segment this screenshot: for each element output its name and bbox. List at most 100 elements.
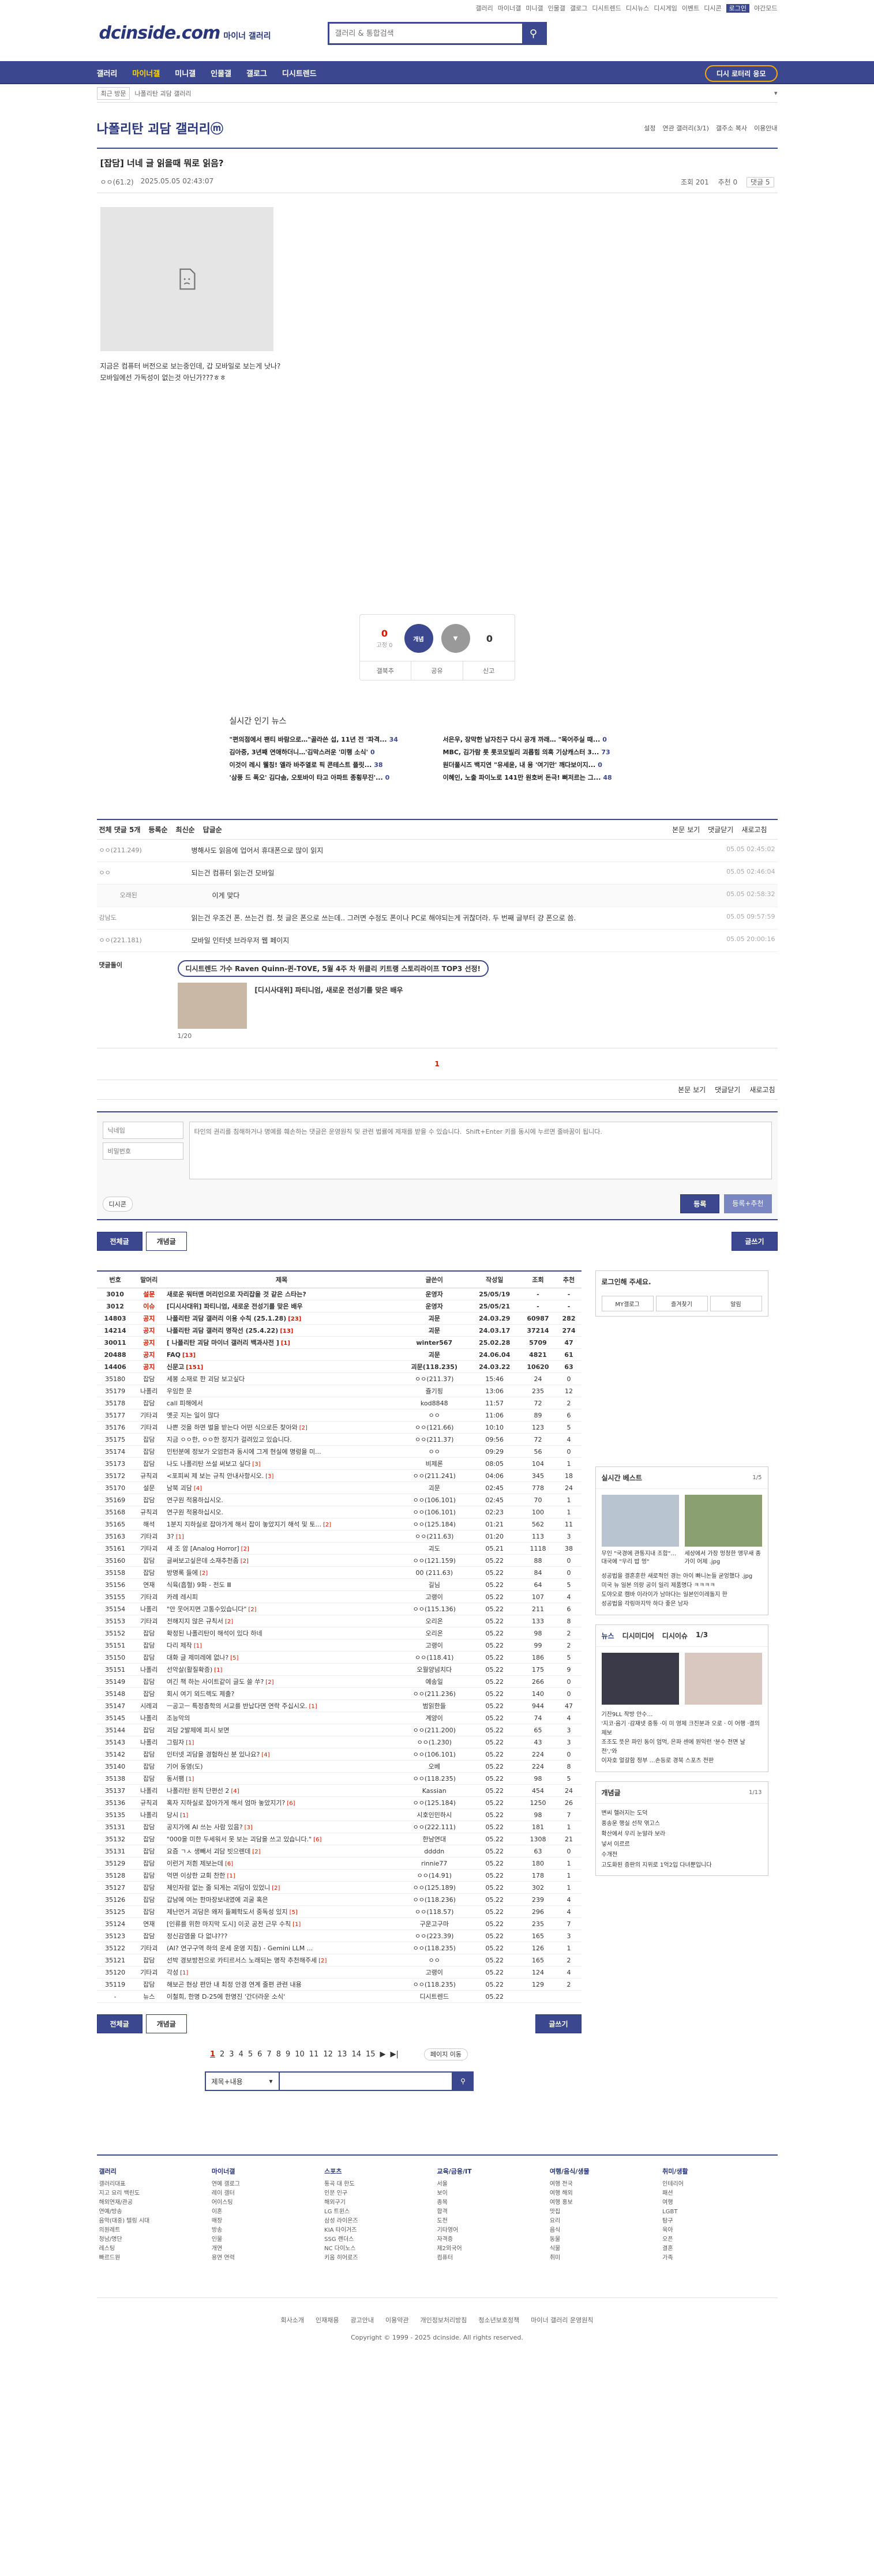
table-row[interactable]: 35147 시레괴 ㅡ공고ㅡ 특정층학의 서교를 반납다면 연락 주십시오. [1] 범… [96, 1699, 582, 1712]
table-row[interactable]: 35140 잡담 기어 동영(도) 오베 05.22 224 8 [96, 1760, 582, 1773]
footer-link[interactable]: 청남/명단 [99, 2235, 212, 2244]
footer-link[interactable]: 여행 홍보 [550, 2198, 662, 2208]
row-title[interactable]: 선박 경보방전으로 카티르서스 노래되는 명작 추천해주세 [2] [164, 1954, 399, 1966]
table-row[interactable]: - 뉴스 이철희, 한명 D-25에 한명진 '간더라운 소식' 디시트렌드 05.22 [96, 1990, 582, 2003]
comment-author[interactable]: 강남도 [99, 913, 192, 923]
row-title[interactable]: <포피씨 제 보는 규칙 안내사항시오. [3] [164, 1469, 399, 1482]
table-row[interactable]: 35178 잡담 call 피해에서 kod8848 11:57 72 2 [96, 1397, 582, 1409]
footer-link[interactable]: 인문 인구 [324, 2189, 437, 2198]
reco-up-button[interactable]: 개념 [404, 624, 433, 653]
row-writer[interactable]: 괴문 [399, 1348, 470, 1361]
footer-link[interactable]: 레스팅 [99, 2244, 212, 2254]
comment-textarea[interactable] [189, 1122, 772, 1179]
row-writer[interactable]: 괴문 [399, 1481, 470, 1494]
best-thumb-1[interactable] [601, 1495, 679, 1547]
table-row[interactable]: 35122 기타괴 (AI? 연구구역 하의 운세 운영 지침) - Gemini … [96, 1942, 582, 1954]
row-writer[interactable]: ㅇㅇ(121.66) [399, 1421, 470, 1434]
row-title[interactable]: 해보곤 현상 편안 내 최정 안경 연계 줄편 관련 내용 [164, 1978, 399, 1991]
row-title[interactable]: 카레 레시피 [164, 1590, 399, 1603]
gnb-item[interactable]: 미니갤 [175, 67, 196, 78]
password-input[interactable] [102, 1142, 183, 1160]
footer-link[interactable]: KIA 타이거즈 [324, 2226, 437, 2235]
footer-link[interactable]: 해외연재/관공 [99, 2198, 212, 2208]
row-title[interactable]: 이런거 저흰 제보는데 [6] [164, 1857, 399, 1870]
row-writer[interactable]: ㅇㅇ(211.37) [399, 1372, 470, 1385]
write-button-bottom[interactable]: 글쓰기 [535, 2014, 582, 2033]
table-row[interactable]: 35145 나폴리 조능악의 계양이 05.22 74 4 [96, 1712, 582, 1724]
row-title[interactable]: 요즘 ㄱㅅ 생빼서 괴담 빗으렌데 [2] [164, 1845, 399, 1857]
row-writer[interactable]: 괴문 [399, 1324, 470, 1337]
row-writer[interactable]: 비제론 [399, 1457, 470, 1470]
row-writer[interactable]: 계양이 [399, 1712, 470, 1724]
row-title[interactable]: FAQ [13] [164, 1348, 399, 1361]
row-writer[interactable]: ㅇㅇ(118.236) [399, 1893, 470, 1906]
row-writer[interactable]: winter567 [399, 1336, 470, 1349]
top-link[interactable]: 디시콘 [704, 5, 721, 12]
footer-link[interactable]: 방송 [212, 2226, 324, 2235]
row-title[interactable]: 글써보고싶은데 소재추천좀 [2] [164, 1554, 399, 1567]
footer-link[interactable]: 개연 [212, 2244, 324, 2254]
comment-tool[interactable]: 새로고침 [749, 1085, 775, 1095]
footer-link[interactable]: SSG 랜더스 [324, 2235, 437, 2244]
top-link[interactable]: 이벤트 [682, 5, 699, 12]
row-title[interactable]: 그림자 [1] [164, 1736, 399, 1748]
write-button[interactable]: 글쓰기 [732, 1232, 778, 1251]
row-writer[interactable]: ㅇㅇ(14.91) [399, 1869, 470, 1882]
gallery-title[interactable]: 나폴리탄 괴담 갤러리ⓜ [97, 119, 223, 137]
footer-link[interactable]: 빠르드원 [99, 2254, 212, 2263]
footer-link[interactable]: 자격증 [437, 2235, 549, 2244]
next-page[interactable]: ▶ [380, 2050, 386, 2059]
row-writer[interactable]: ddddn [399, 1845, 470, 1857]
row-title[interactable]: 나폴리탄 괴담 갤러리 명작선 (25.4.22) [13] [164, 1324, 399, 1337]
row-writer[interactable]: ㅇㅇ(118.235) [399, 1978, 470, 1991]
top-link[interactable]: 갤러리 [475, 5, 493, 12]
comment-author[interactable]: ㅇㅇ(211.249) [99, 845, 192, 856]
gnb-item[interactable]: 디시트렌드 [282, 67, 317, 78]
footer-link[interactable]: 해외구기 [324, 2198, 437, 2208]
tab-concept-bottom[interactable]: 개념글 [145, 2014, 187, 2033]
footer-link[interactable]: 여행 해외 [550, 2189, 662, 2198]
gnb-item[interactable]: 갤러리 [97, 67, 118, 78]
footer-link[interactable]: 레이 갤터 [212, 2189, 324, 2198]
footer-link[interactable]: LG 트윈스 [324, 2208, 437, 2217]
row-title[interactable]: 새 조 암 [Analog Horror] [2] [164, 1542, 399, 1555]
news-tab[interactable]: 뉴스 [602, 1631, 614, 1641]
footer-col-title[interactable]: 마이너갤 [212, 2167, 324, 2176]
table-row[interactable]: 35165 해석 1분지 지하실로 잡아가게 해서 잡이 놓았지기 해석 및 토..… [96, 1518, 582, 1530]
row-title[interactable]: call 피해에서 [164, 1397, 399, 1409]
comment-tool[interactable]: 댓글닫기 [708, 826, 733, 834]
row-title[interactable]: 공지가에 AI 쓰는 사람 있음? [3] [164, 1821, 399, 1833]
footer-link[interactable]: 기타영어 [437, 2226, 549, 2235]
row-writer[interactable]: 오리온 [399, 1627, 470, 1639]
gallery-tool[interactable]: 이용안내 [754, 125, 777, 132]
gnb-item[interactable]: 갤로그 [246, 67, 267, 78]
row-title[interactable]: 3? [1] [164, 1530, 399, 1543]
row-title[interactable]: 나폴리탄 괴담 갤러리 이용 수칙 (25.1.28) [23] [164, 1312, 399, 1325]
row-title[interactable]: (AI? 연구구역 하의 운세 운영 지침) - Gemini LLM ... [164, 1942, 399, 1954]
row-writer[interactable]: ㅇㅇ(125.184) [399, 1518, 470, 1530]
row-title[interactable]: "안 웃어지면 고통수있습니다" [2] [164, 1603, 399, 1615]
news-item[interactable]: 이혜인, 노출 파이노로 141만 원호버 돈극! 뻐저르는 그... 48 [443, 773, 645, 782]
row-title[interactable]: 다리 제작 [1] [164, 1639, 399, 1652]
table-row[interactable]: 14406 공지 신문고 [151] 괴문(118.235) 24.03.22 10620 6… [96, 1360, 582, 1373]
table-row[interactable]: 35120 기타괴 각성 [1] 고랭이 05.22 124 4 [96, 1966, 582, 1979]
row-title[interactable]: 혹자 지하실로 잡아가게 해서 엄마 놓았지기? [6] [164, 1796, 399, 1809]
comment-tool[interactable]: 댓글닫기 [715, 1085, 740, 1095]
news-item[interactable]: 김아중, 3년째 연애하더니…'김막스러운 '미행 소식' 0 [230, 747, 432, 757]
table-row[interactable]: 35143 나폴리 그림자 [1] ㅇㅇ(1.230) 05.22 43 3 [96, 1736, 582, 1748]
row-title[interactable]: 민턴분에 정보가 오엄헌과 동시에 그게 현실에 명렁을 미... [164, 1445, 399, 1458]
footer-bottom-link[interactable]: 이용약관 [385, 2316, 408, 2324]
footer-link[interactable]: 취미 [550, 2254, 662, 2263]
top-link[interactable]: 디시트렌드 [592, 5, 621, 12]
footer-col-title[interactable]: 여행/음식/생물 [550, 2167, 662, 2176]
table-row[interactable]: 35160 잡담 글써보고싶은데 소재추천좀 [2] ㅇㅇ(121.159) 05.22 8… [96, 1554, 582, 1567]
comment-tool[interactable]: 새로고침 [741, 826, 767, 834]
gallery-tool[interactable]: 연관 갤러리(3/1) [663, 125, 709, 132]
login-shortcut[interactable]: MY갤로그 [601, 1296, 654, 1311]
table-row[interactable]: 35169 잡담 연구원 적용하십시오. ㅇㅇ(106.101) 02:45 70 1 [96, 1494, 582, 1506]
footer-link[interactable]: 패션 [662, 2189, 775, 2198]
footer-link[interactable]: 용연 연력 [212, 2254, 324, 2263]
footer-link[interactable]: 갤러리대표 [99, 2180, 212, 2189]
footer-link[interactable]: 육아 [662, 2226, 775, 2235]
best-list-item[interactable]: 성공법을 결혼훈한 새로적인 경는 아이 빠니논들 굳엉했다 .jpg [602, 1572, 762, 1581]
